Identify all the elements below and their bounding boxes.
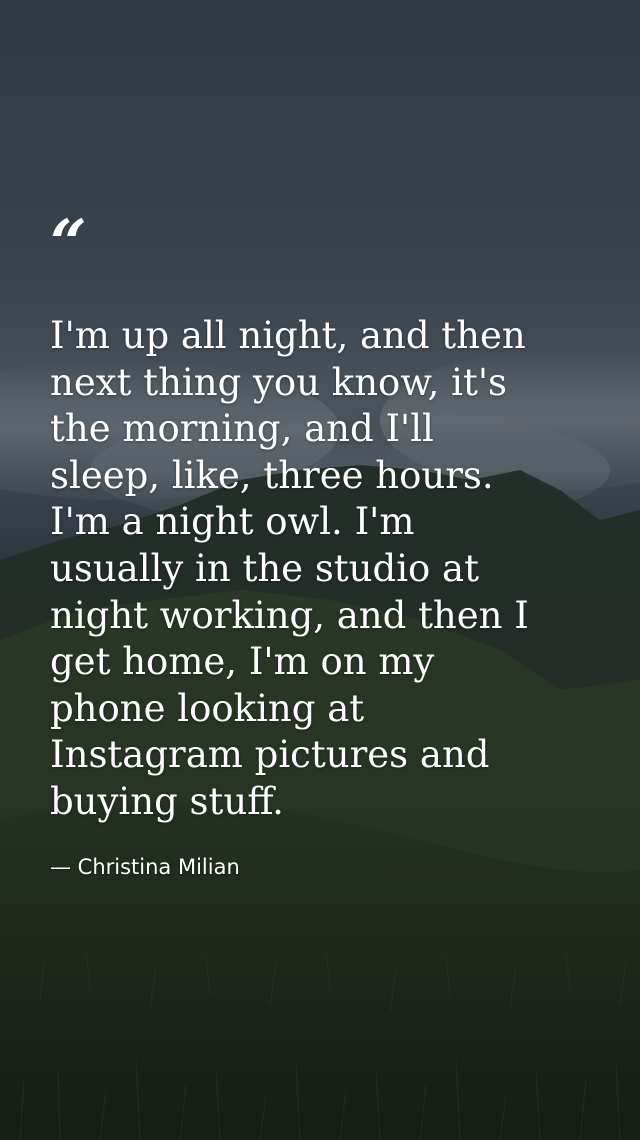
quote-mark-icon: “ <box>50 206 87 281</box>
quote-text: I'm up all night, and then next thing yo… <box>50 314 529 823</box>
quote-card: “ I'm up all night, and then next thing … <box>0 0 640 1140</box>
quote-author: — Christina Milian <box>50 855 240 879</box>
